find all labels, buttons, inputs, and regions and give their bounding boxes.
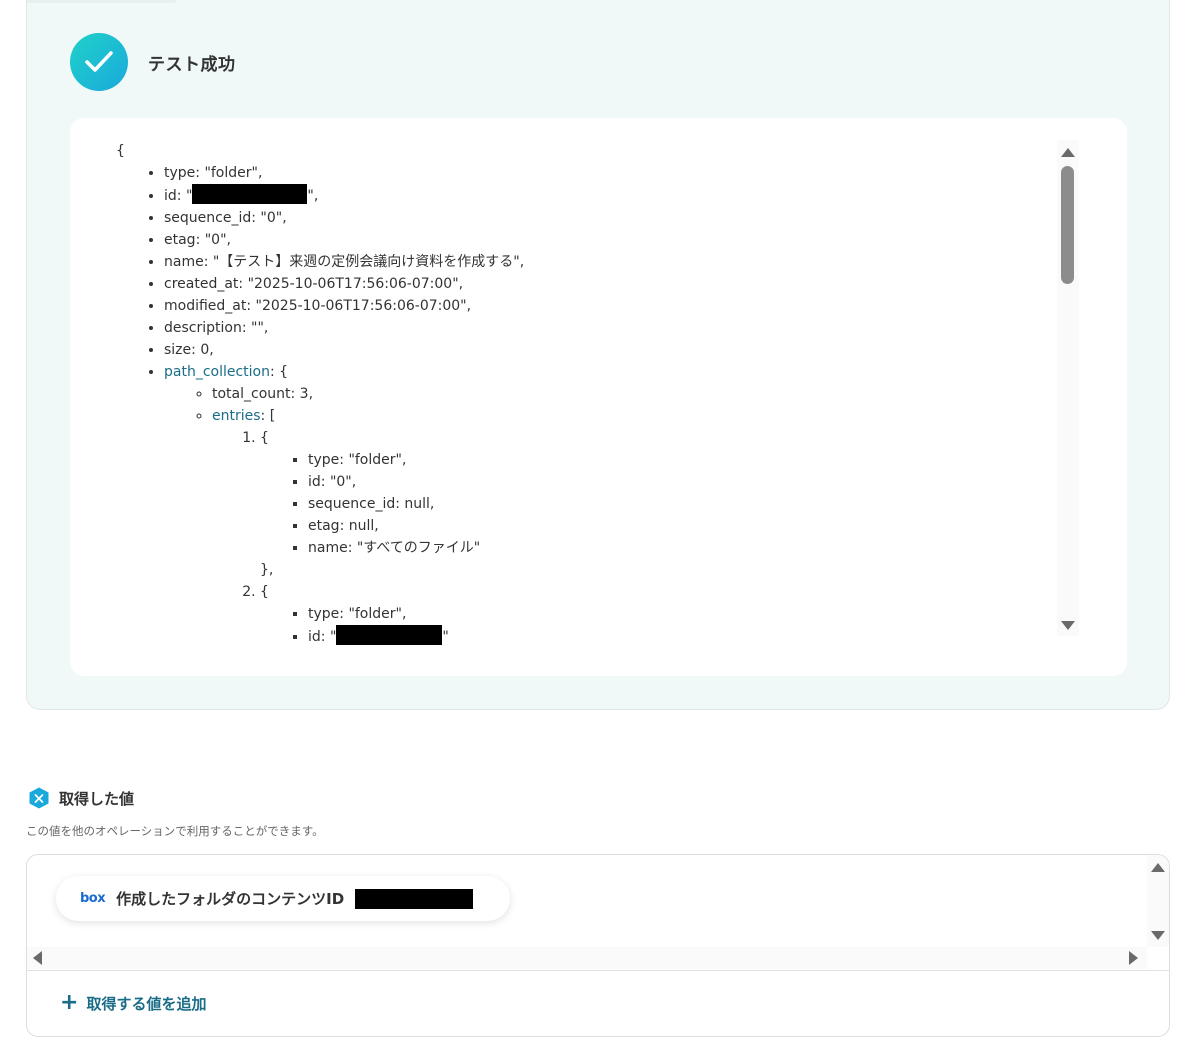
json-field-created-at: created_at: "2025-10-06T17:56:06-07:00", <box>164 273 1046 295</box>
entry-fields: type: "folder", id: "" <box>260 603 1046 648</box>
values-title: 取得した値 <box>59 789 135 808</box>
json-field-total-count: total_count: 3, <box>212 383 1046 405</box>
scroll-up-icon[interactable] <box>1151 863 1165 872</box>
json-field-type: type: "folder", <box>164 162 1046 184</box>
scrollbar-thumb[interactable] <box>1061 166 1074 284</box>
redacted-id <box>336 625 443 645</box>
json-field-description: description: "", <box>164 317 1046 339</box>
box-logo-icon: box <box>80 891 106 906</box>
success-header: テスト成功 <box>70 33 236 91</box>
entry-field-name: name: "すべてのファイル" <box>308 537 1046 559</box>
json-output: { type: "folder", id: "", sequence_id: "… <box>116 140 1046 648</box>
json-field-etag: etag: "0", <box>164 229 1046 251</box>
json-field-entries: entries: [ { type: "folder", id: "0", se… <box>212 405 1046 648</box>
entry-field-type: type: "folder", <box>308 603 1046 625</box>
json-field-size: size: 0, <box>164 339 1046 361</box>
check-circle-icon <box>70 33 128 91</box>
scroll-up-icon[interactable] <box>1061 148 1075 157</box>
entry-field-id: id: "" <box>308 625 1046 648</box>
entries-list: { type: "folder", id: "0", sequence_id: … <box>212 427 1046 648</box>
plus-icon: + <box>60 990 79 1015</box>
path-collection-list: total_count: 3, entries: [ { type: "fold… <box>164 383 1046 648</box>
entries-key[interactable]: entries <box>212 408 261 424</box>
success-title: テスト成功 <box>148 54 236 75</box>
json-field-path-collection: path_collection: { total_count: 3, entri… <box>164 361 1046 648</box>
json-field-sequence-id: sequence_id: "0", <box>164 207 1046 229</box>
values-vertical-scrollbar[interactable] <box>1147 855 1169 947</box>
values-horizontal-scrollbar[interactable] <box>27 947 1147 969</box>
values-description: この値を他のオペレーションで利用することができます。 <box>26 824 324 838</box>
entry-field-id: id: "0", <box>308 471 1046 493</box>
variable-icon <box>29 787 49 809</box>
scroll-down-icon[interactable] <box>1151 931 1165 940</box>
entry-item: { type: "folder", id: "" <box>260 581 1046 648</box>
json-output-card: { type: "folder", id: "", sequence_id: "… <box>70 118 1127 676</box>
entry-field-etag: etag: null, <box>308 515 1046 537</box>
json-root-list: type: "folder", id: "", sequence_id: "0"… <box>116 162 1046 648</box>
entry-field-sequence-id: sequence_id: null, <box>308 493 1046 515</box>
scroll-left-icon[interactable] <box>33 951 42 965</box>
values-header: 取得した値 <box>27 786 134 810</box>
add-value-label: 取得する値を追加 <box>86 994 207 1013</box>
json-field-id: id: "", <box>164 184 1046 207</box>
add-value-button[interactable]: + 取得する値を追加 <box>60 992 206 1014</box>
values-box: box 作成したフォルダのコンテンツID + 取得する値を追加 <box>26 854 1170 1037</box>
value-pill-label: 作成したフォルダのコンテンツID <box>116 890 345 908</box>
path-collection-key[interactable]: path_collection <box>164 364 270 380</box>
scroll-right-icon[interactable] <box>1129 951 1138 965</box>
panel-tab-notch <box>27 0 177 3</box>
entry-close-brace: }, <box>260 562 274 578</box>
entry-field-type: type: "folder", <box>308 449 1046 471</box>
test-result-panel: テスト成功 { type: "folder", id: "", sequence… <box>26 0 1170 710</box>
json-field-modified-at: modified_at: "2025-10-06T17:56:06-07:00"… <box>164 295 1046 317</box>
json-field-name: name: "【テスト】来週の定例会議向け資料を作成する", <box>164 251 1046 273</box>
scroll-down-icon[interactable] <box>1061 621 1075 630</box>
entry-item: { type: "folder", id: "0", sequence_id: … <box>260 427 1046 581</box>
checkmark-icon <box>85 51 113 72</box>
values-scroll-area: box 作成したフォルダのコンテンツID <box>27 855 1147 947</box>
value-pill[interactable]: box 作成したフォルダのコンテンツID <box>56 876 510 921</box>
values-divider <box>27 970 1169 971</box>
redacted-value <box>355 888 474 909</box>
json-scrollbar[interactable] <box>1057 140 1079 636</box>
redacted-id <box>192 184 308 204</box>
entry-fields: type: "folder", id: "0", sequence_id: nu… <box>260 449 1046 559</box>
json-open-brace: { <box>116 143 125 159</box>
